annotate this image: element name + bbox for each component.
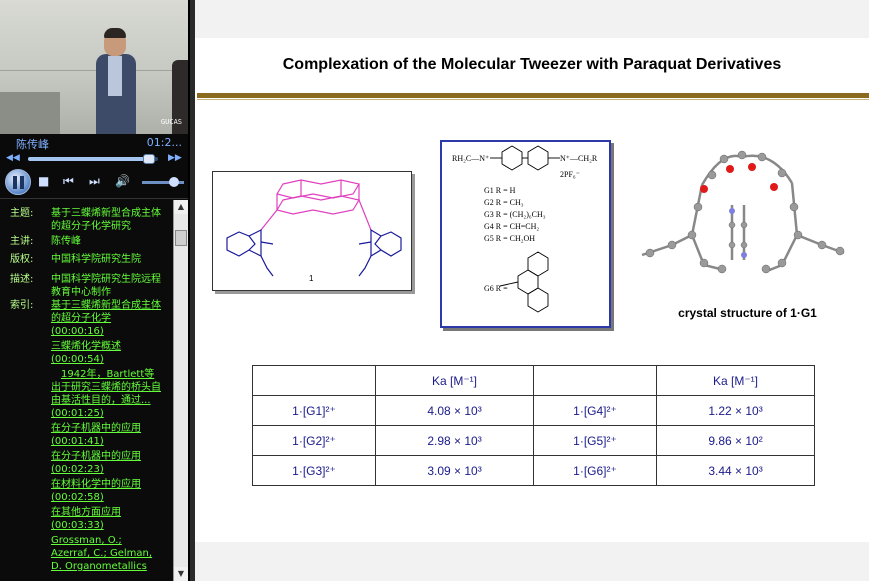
volume-thumb[interactable] <box>168 177 179 187</box>
index-link[interactable]: Grossman, O.; Azerraf, C.; Gelman, D. Or… <box>51 534 163 573</box>
rewind-small-icon[interactable]: ◀◀ <box>6 153 20 163</box>
guest-g1: G1 R = H <box>484 186 516 195</box>
index-link[interactable]: 三蝶烯化学概述 <box>51 340 163 353</box>
table-cell: 2.98 × 10³ <box>375 425 534 456</box>
seek-bar-row: ◀◀ ▶▶ <box>0 152 188 166</box>
info-label: 版权: <box>10 254 34 265</box>
next-icon[interactable]: ⏭ <box>89 175 100 187</box>
info-value: 陈传峰 <box>51 236 81 247</box>
tweezer-structure-box: 1 <box>212 171 412 291</box>
index-link[interactable]: (00:01:41) <box>51 435 163 448</box>
table-cell: 1·[G6]²⁺ <box>533 455 657 486</box>
index-link[interactable]: (00:00:54) <box>51 353 163 366</box>
index-link[interactable]: 在分子机器中的应用 <box>51 422 163 435</box>
previous-icon[interactable]: ⏮ <box>63 175 74 187</box>
table-cell: 9.86 × 10² <box>656 425 815 456</box>
guest-g5: G5 R = CH₂OH <box>484 234 536 243</box>
index-link[interactable]: (00:02:58) <box>51 491 163 504</box>
index-link[interactable]: (00:03:33) <box>51 519 163 532</box>
scroll-thumb[interactable] <box>175 230 187 246</box>
table-row: 1·[G3]²⁺ 3.09 × 10³ 1·[G6]²⁺ 3.44 × 10³ <box>252 455 815 486</box>
info-label: 主讲: <box>10 236 34 247</box>
forward-small-icon[interactable]: ▶▶ <box>168 153 182 163</box>
playback-time: 01:2... <box>146 136 182 149</box>
table-cell: 1·[G2]²⁺ <box>252 425 376 456</box>
title-rule <box>197 93 869 98</box>
speaker-bar: 陈传峰 01:2... <box>0 134 188 152</box>
guest-right-fragment: N⁺—CH₂R <box>560 154 598 163</box>
scroll-up-icon[interactable]: ▲ <box>174 200 188 214</box>
table-header-cell <box>533 365 657 396</box>
table-row: 1·[G1]²⁺ 4.08 × 10³ 1·[G4]²⁺ 1.22 × 10³ <box>252 395 815 426</box>
info-label: 索引: <box>10 300 34 311</box>
guest-left-fragment: RH₂C—N⁺ <box>452 154 490 163</box>
info-value: 中国科学院研究生院远程教育中心制作 <box>51 274 161 298</box>
slide-title: Complexation of the Molecular Tweezer wi… <box>282 56 782 73</box>
table-header-row: Ka [M⁻¹] Ka [M⁻¹] <box>252 365 815 396</box>
speaker-name: 陈传峰 <box>16 138 49 151</box>
table-cell: 1·[G3]²⁺ <box>252 455 376 486</box>
video-watermark: GUCAS <box>160 118 182 126</box>
scroll-down-icon[interactable]: ▼ <box>174 567 188 581</box>
guest-g3: G3 R = (CH₂)₆CH₃ <box>484 210 546 219</box>
table-cell: 1.22 × 10³ <box>656 395 815 426</box>
seek-progress <box>28 157 149 161</box>
table-cell: 4.08 × 10³ <box>375 395 534 426</box>
table-cell: 3.44 × 10³ <box>656 455 815 486</box>
info-scrollbar[interactable]: ▲ ▼ <box>173 200 188 581</box>
speaker-hair <box>104 28 126 38</box>
crystal-structure-image <box>641 150 845 274</box>
volume-slider[interactable] <box>142 177 184 187</box>
info-label: 主题: <box>10 208 34 219</box>
table-header-cell: Ka [M⁻¹] <box>656 365 815 396</box>
table-cell: 3.09 × 10³ <box>375 455 534 486</box>
table-header-cell: Ka [M⁻¹] <box>375 365 534 396</box>
info-value: 基于三蝶烯新型合成主体的超分子化学研究 <box>51 208 161 232</box>
table-row: 1·[G2]²⁺ 2.98 × 10³ 1·[G5]²⁺ 9.86 × 10² <box>252 425 815 456</box>
index-link[interactable]: 基于三蝶烯新型合成主体的超分子化学 <box>51 299 163 325</box>
title-rule-thin <box>197 99 869 100</box>
table-header-cell <box>252 365 376 396</box>
pause-button[interactable] <box>5 169 31 195</box>
info-label: 描述: <box>10 274 34 285</box>
video-background-detail <box>0 70 188 71</box>
tweezer-label: 1 <box>309 274 314 283</box>
pause-icon-bar <box>20 176 24 189</box>
table-cell: 1·[G4]²⁺ <box>533 395 657 426</box>
video-frame[interactable]: GUCAS <box>0 0 188 134</box>
player-controls: ■ ⏮ ⏭ 🔊 <box>0 166 188 198</box>
index-link[interactable]: 1942年，Bartlett等出于研究三蝶烯的桥头自由基活性目的，通过...(0… <box>51 368 163 420</box>
seek-thumb[interactable] <box>142 154 155 164</box>
lecture-info-panel: 主题: 基于三蝶烯新型合成主体的超分子化学研究 主讲: 陈传峰 版权: 中国科学… <box>0 198 188 581</box>
index-link[interactable]: (00:00:16) <box>51 325 163 338</box>
guest-g2: G2 R = CH₃ <box>484 198 524 207</box>
index-link[interactable]: 在其他方面应用 <box>51 506 163 519</box>
table-cell: 1·[G1]²⁺ <box>252 395 376 426</box>
stop-icon[interactable]: ■ <box>38 175 49 187</box>
index-link[interactable]: 在分子机器中的应用 <box>51 450 163 463</box>
index-link-list: 基于三蝶烯新型合成主体的超分子化学 (00:00:16) 三蝶烯化学概述 (00… <box>51 299 163 573</box>
counterion-label: 2PF₆⁻ <box>560 170 580 179</box>
guest-structures-box: RH₂C—N⁺ N⁺—CH₂R 2PF₆⁻ G1 R = H G2 R = CH… <box>440 140 611 328</box>
slide-area: Complexation of the Molecular Tweezer wi… <box>195 0 869 581</box>
info-value: 中国科学院研究生院 <box>51 254 141 265</box>
table-cell: 1·[G5]²⁺ <box>533 425 657 456</box>
index-link[interactable]: (00:02:23) <box>51 463 163 476</box>
crystal-caption: crystal structure of 1·G1 <box>678 306 817 320</box>
association-constant-table: Ka [M⁻¹] Ka [M⁻¹] 1·[G1]²⁺ 4.08 × 10³ 1·… <box>252 365 815 486</box>
seek-bar[interactable] <box>28 154 158 164</box>
media-player-panel: GUCAS 陈传峰 01:2... ◀◀ ▶▶ ■ ⏮ ⏭ 🔊 主题: 基于三蝶… <box>0 0 190 581</box>
volume-icon[interactable]: 🔊 <box>115 175 130 187</box>
speaker-shirt <box>108 56 122 96</box>
video-desk <box>0 92 60 134</box>
index-link[interactable]: 在材料化学中的应用 <box>51 478 163 491</box>
guest-g6: G6 R = <box>484 284 508 293</box>
guest-g4: G4 R = CH=CH₂ <box>484 222 540 231</box>
pause-icon-bar <box>13 176 17 189</box>
